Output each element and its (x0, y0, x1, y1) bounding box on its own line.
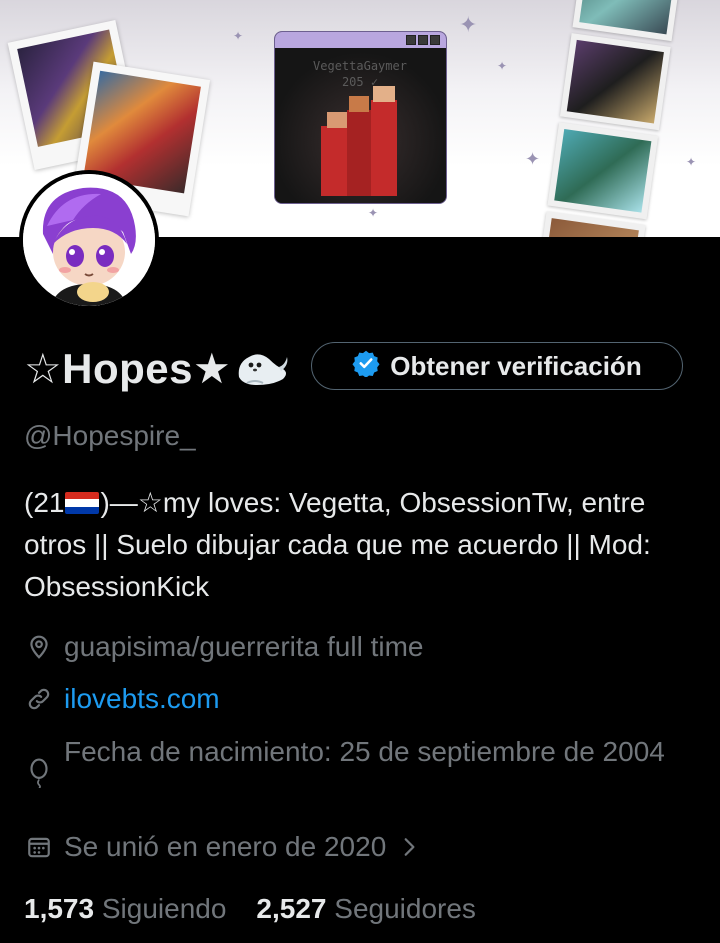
seal-icon (233, 343, 291, 394)
name-row: ☆Hopes★ (24, 340, 291, 396)
get-verified-label: Obtener verificación (390, 350, 642, 381)
avatar[interactable] (19, 170, 159, 310)
link-icon (24, 678, 54, 720)
get-verified-button[interactable]: Obtener verificación (311, 342, 683, 390)
location-row: guapisima/guerrerita full time (24, 626, 424, 668)
joined-text: Se unió en enero de 2020 (64, 831, 387, 862)
sparkle-icon: ✦ (525, 149, 541, 169)
banner-window-picture: VegettaGaymer 205 ✓ (274, 31, 447, 204)
follow-stats: 1,573 Siguiendo 2,527 Seguidores (24, 888, 476, 930)
bio-prefix: (21 (24, 487, 65, 518)
bio-text: )—☆my loves: Vegetta, ObsessionTw, entre… (24, 487, 651, 602)
verified-badge-icon (352, 349, 380, 384)
following-count: 1,573 (24, 893, 95, 924)
avatar-image (23, 174, 155, 306)
website-link[interactable]: ilovebts.com (64, 678, 220, 720)
following-link[interactable]: 1,573 Siguiendo (24, 888, 226, 930)
sparkle-icon: ✦ (233, 29, 244, 43)
birthday-text: Fecha de nacimiento: 25 de septiembre de… (64, 736, 665, 767)
joined-row[interactable]: Se unió en enero de 2020 (24, 826, 418, 868)
sparkle-icon: ✦ (497, 59, 508, 73)
calendar-icon (24, 826, 54, 868)
chevron-right-icon[interactable] (400, 826, 418, 868)
birthday-row: Fecha de nacimiento: 25 de septiembre de… (24, 731, 684, 815)
map-pin-icon (24, 626, 54, 668)
bio: (21)—☆my loves: Vegetta, ObsessionTw, en… (24, 482, 694, 608)
following-label: Siguiendo (101, 893, 227, 924)
balloon-icon (24, 731, 54, 815)
sparkle-icon: ✦ (368, 206, 379, 220)
website-row: ilovebts.com (24, 678, 220, 720)
sparkle-icon: ✦ (459, 12, 478, 37)
user-handle: @Hopespire_ (24, 420, 196, 451)
window-caption: VegettaGaymer 205 ✓ (313, 59, 407, 89)
followers-link[interactable]: 2,527 Seguidores (256, 888, 476, 930)
display-name: ☆Hopes★ (24, 344, 232, 392)
photo-strip (534, 0, 687, 237)
location-text: guapisima/guerrerita full time (64, 631, 424, 662)
paraguay-flag-icon (65, 492, 100, 514)
followers-count: 2,527 (256, 893, 327, 924)
sparkle-icon: ✦ (686, 155, 697, 169)
followers-label: Seguidores (334, 893, 476, 924)
